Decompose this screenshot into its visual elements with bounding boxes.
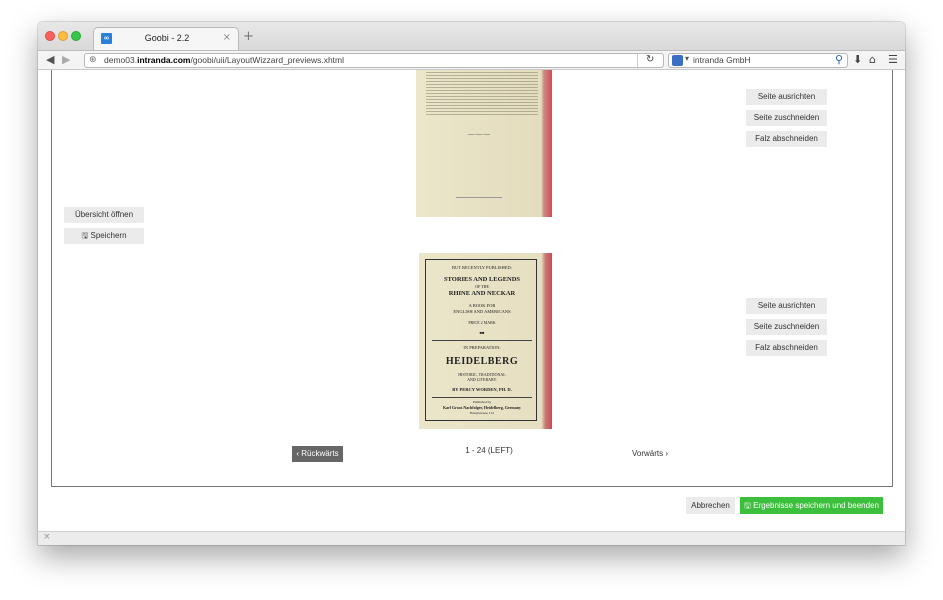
- magnifier-icon[interactable]: ⚲: [835, 53, 843, 66]
- scan-text: BY PERCY WORDEN, PH. D.: [452, 387, 512, 392]
- align-page-button-top[interactable]: Seite ausrichten: [746, 89, 827, 105]
- tab-bar: ∞ Goobi - 2.2 × +: [38, 22, 905, 50]
- page-content: Übersicht öffnen 🖫 Speichern —·—·— Seite…: [38, 70, 905, 531]
- scan-text-lines: [426, 70, 538, 116]
- scan-text: ENGLISH AND AMERICANS: [453, 309, 511, 314]
- save-button[interactable]: 🖫 Speichern: [64, 228, 144, 244]
- crop-page-button-top[interactable]: Seite zuschneiden: [746, 110, 827, 126]
- minimize-window-icon[interactable]: [58, 31, 68, 41]
- scan-ornament: —·—·—: [468, 132, 490, 138]
- back-arrow-icon[interactable]: ◀: [46, 53, 54, 66]
- browser-tab[interactable]: ∞ Goobi - 2.2 ×: [93, 27, 239, 50]
- scan-page-previous[interactable]: —·—·—: [416, 70, 552, 217]
- scan-text: Hauptstrasse 114: [470, 411, 494, 415]
- scan-text: A BOOK FOR: [468, 303, 496, 308]
- scan-text: STORIES AND LEGENDS: [443, 276, 521, 283]
- navigation-bar: ◀ ▶ ⊕ demo03.intranda.com/goobi/uii/Layo…: [38, 50, 905, 70]
- scan-text: IN PREPARATION:: [463, 345, 501, 350]
- cut-fold-button-bottom[interactable]: Falz abschneiden: [746, 340, 827, 356]
- scan-text: ■■: [479, 330, 485, 335]
- reload-icon[interactable]: ↻: [646, 54, 654, 65]
- new-tab-icon[interactable]: +: [243, 29, 254, 44]
- align-page-button-bottom[interactable]: Seite ausrichten: [746, 298, 827, 314]
- search-text[interactable]: intranda GmbH: [693, 55, 751, 65]
- forward-arrow-icon[interactable]: ▶: [62, 53, 70, 66]
- save-button-label: Speichern: [90, 231, 127, 240]
- home-icon[interactable]: ⌂: [869, 53, 876, 66]
- scan-text: OF THE: [475, 284, 489, 289]
- chevron-down-icon[interactable]: ▾: [685, 54, 689, 63]
- floppy-disk-icon: 🖫: [744, 501, 751, 510]
- next-page-button[interactable]: Vorwärts ›: [632, 449, 668, 458]
- overview-open-button[interactable]: Übersicht öffnen: [64, 207, 144, 223]
- scan-text: RHINE AND NECKAR: [448, 290, 516, 297]
- cut-fold-button-top[interactable]: Falz abschneiden: [746, 131, 827, 147]
- zoom-window-icon[interactable]: [71, 31, 81, 41]
- close-icon[interactable]: ×: [43, 532, 51, 542]
- search-bar[interactable]: ▾ intranda GmbH ⚲: [668, 53, 848, 68]
- scan-rule: [432, 397, 532, 398]
- scan-text: HEIDELBERG: [445, 356, 519, 367]
- scan-page-current[interactable]: BUT RECENTLY PUBLISHED: STORIES AND LEGE…: [419, 253, 552, 429]
- address-bar[interactable]: ⊕ demo03.intranda.com/goobi/uii/LayoutWi…: [84, 53, 664, 68]
- save-and-finish-label: Ergebnisse speichern und beenden: [753, 501, 879, 510]
- scan-footer-line: [456, 197, 502, 198]
- layout-wizard-frame: Übersicht öffnen 🖫 Speichern —·—·— Seite…: [51, 70, 893, 487]
- search-engine-icon[interactable]: [672, 55, 683, 66]
- floppy-disk-icon: 🖫: [81, 231, 89, 240]
- tab-close-icon[interactable]: ×: [223, 32, 231, 43]
- crop-page-button-bottom[interactable]: Seite zuschneiden: [746, 319, 827, 335]
- scan-text: Published by: [472, 400, 492, 404]
- scan-rule: [432, 340, 532, 341]
- next-page-label: Vorwärts: [632, 449, 664, 458]
- save-and-finish-button[interactable]: 🖫 Ergebnisse speichern und beenden: [740, 497, 883, 514]
- scan-text: BUT RECENTLY PUBLISHED:: [451, 265, 513, 270]
- url-divider: [637, 54, 638, 67]
- scan-text: PRICE 2 MARK: [468, 320, 496, 325]
- previous-page-label: Rückwärts: [301, 449, 339, 458]
- scan-text: AND LITERARY.: [467, 377, 497, 382]
- hamburger-menu-icon[interactable]: ☰: [888, 53, 898, 66]
- scan-title-border: BUT RECENTLY PUBLISHED: STORIES AND LEGE…: [425, 259, 537, 421]
- browser-window: ∞ Goobi - 2.2 × + ◀ ▶ ⊕ demo03.intranda.…: [38, 22, 905, 545]
- globe-icon: ⊕: [89, 55, 97, 65]
- close-window-icon[interactable]: [45, 31, 55, 41]
- scan-text: Karl Groos Nachfolger, Heidelberg, Germa…: [443, 405, 521, 410]
- tab-title: Goobi - 2.2: [144, 33, 190, 43]
- url-text[interactable]: demo03.intranda.com/goobi/uii/LayoutWizz…: [104, 55, 344, 65]
- page-indicator: 1 - 24 (LEFT): [465, 446, 513, 455]
- status-bar: ×: [38, 531, 905, 545]
- download-icon[interactable]: ⬇: [853, 53, 862, 66]
- cancel-button[interactable]: Abbrechen: [686, 497, 735, 514]
- chevron-right-icon: ›: [663, 449, 669, 458]
- previous-page-button[interactable]: ‹ Rückwärts: [292, 446, 343, 462]
